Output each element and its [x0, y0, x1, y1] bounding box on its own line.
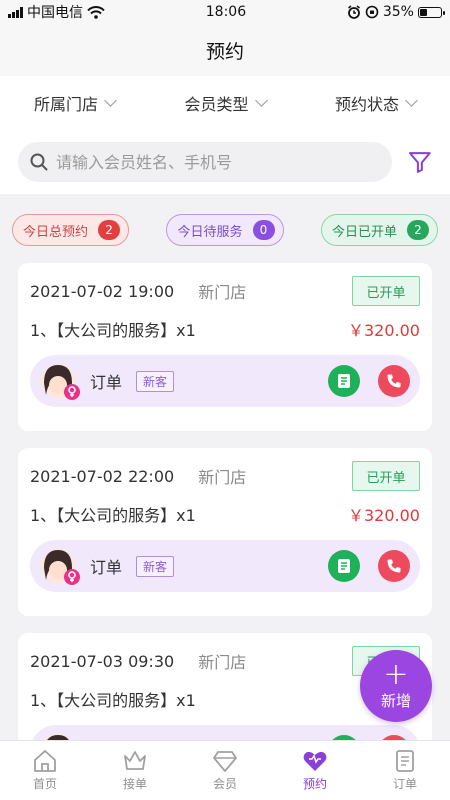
- service-line: 1、【大公司的服务】x1: [30, 506, 196, 525]
- member-bar: 订单 新客: [30, 540, 420, 592]
- heart-icon: [303, 751, 327, 771]
- carrier-name: 中国电信: [27, 5, 83, 21]
- today-opened-label: 今日已开单: [331, 224, 397, 240]
- signal-icon: [8, 6, 23, 18]
- page-title-bar: 预约: [0, 24, 450, 76]
- new-customer-tag: 新客: [136, 370, 175, 392]
- tab-home[interactable]: 首页: [0, 741, 90, 800]
- today-total-count: 2: [98, 220, 121, 240]
- document-icon: [396, 750, 414, 772]
- today-pending-label: 今日待服务: [177, 224, 243, 240]
- home-icon: [34, 750, 56, 772]
- appointment-card[interactable]: 2021-07-02 22:00 新门店 已开单 1、【大公司的服务】x1 ￥3…: [18, 448, 432, 616]
- search-row: [0, 130, 450, 194]
- price: ￥320.00: [348, 321, 420, 340]
- bottom-tab-bar: 首页 接单 会员 预约 订单: [0, 740, 450, 800]
- store-filter-dropdown[interactable]: 所属门店: [34, 91, 117, 115]
- avatar: [41, 364, 80, 400]
- member-bar: 订单 新客: [30, 355, 420, 407]
- member-type-filter-label: 会员类型: [184, 95, 249, 114]
- appointment-datetime: 2021-07-02 19:00: [30, 281, 175, 301]
- status-badge: 已开单: [352, 461, 420, 491]
- diamond-icon: [213, 751, 237, 772]
- member-type-filter-dropdown[interactable]: 会员类型: [184, 91, 268, 115]
- tab-orders-label: 订单: [392, 777, 417, 791]
- order-label: 订单: [90, 558, 123, 577]
- service-line: 1、【大公司的服务】x1: [30, 691, 196, 710]
- appointment-datetime: 2021-07-03 09:30: [30, 651, 175, 671]
- today-pending-pill[interactable]: 今日待服务 0: [166, 214, 284, 246]
- call-button[interactable]: [378, 550, 410, 582]
- summary-row: 今日总预约 2 今日待服务 0 今日已开单 2: [0, 208, 450, 252]
- service-line: 1、【大公司的服务】x1: [30, 321, 196, 340]
- tab-appointments-label: 预约: [302, 777, 327, 791]
- chevron-down-icon: [405, 94, 418, 107]
- status-filter-label: 预约状态: [334, 95, 399, 114]
- avatar: [41, 549, 80, 585]
- appointment-card[interactable]: 2021-07-02 19:00 新门店 已开单 1、【大公司的服务】x1 ￥3…: [18, 263, 432, 431]
- battery-icon: [417, 6, 445, 18]
- search-icon: [30, 153, 48, 171]
- tab-orders-taking-label: 接单: [122, 777, 147, 791]
- order-label: 订单: [90, 373, 123, 392]
- appointment-store: 新门店: [198, 468, 247, 487]
- document-icon: [338, 559, 350, 573]
- tab-home-label: 首页: [32, 777, 57, 791]
- today-total-pill[interactable]: 今日总预约 2: [12, 214, 130, 246]
- filter-funnel-icon[interactable]: [408, 150, 432, 174]
- chevron-down-icon: [254, 94, 268, 107]
- tab-appointments[interactable]: 预约: [270, 741, 360, 800]
- crown-icon: [124, 751, 146, 770]
- order-button[interactable]: [328, 550, 360, 582]
- search-box: [18, 142, 393, 182]
- status-badge: 已开单: [352, 276, 420, 306]
- search-input[interactable]: [56, 152, 356, 172]
- add-label: 新增: [380, 691, 411, 710]
- today-opened-count: 2: [406, 220, 429, 240]
- battery-percent: 35%: [382, 4, 414, 20]
- appointment-datetime: 2021-07-02 22:00: [30, 466, 175, 486]
- tab-orders-taking[interactable]: 接单: [90, 741, 180, 800]
- today-pending-count: 0: [252, 220, 275, 240]
- store-filter-label: 所属门店: [34, 95, 99, 114]
- price: ￥320.00: [348, 506, 420, 525]
- today-total-label: 今日总预约: [23, 224, 89, 240]
- filter-bar: 所属门店 会员类型 预约状态: [0, 76, 450, 130]
- clock: 18:06: [205, 4, 247, 20]
- add-appointment-button[interactable]: + 新增: [360, 650, 432, 722]
- tab-orders[interactable]: 订单: [360, 741, 450, 800]
- appointment-store: 新门店: [198, 283, 247, 302]
- order-button[interactable]: [328, 365, 360, 397]
- alarm-icon: [347, 5, 360, 19]
- phone-icon: [387, 374, 401, 388]
- phone-icon: [387, 559, 401, 573]
- status-filter-dropdown[interactable]: 预约状态: [334, 91, 418, 115]
- page-title: 预约: [205, 40, 244, 63]
- new-customer-tag: 新客: [136, 555, 175, 577]
- tab-members[interactable]: 会员: [180, 741, 270, 800]
- plus-icon: +: [383, 656, 409, 692]
- orientation-lock-icon: [365, 5, 379, 19]
- wifi-icon: [87, 5, 105, 19]
- appointment-store: 新门店: [198, 653, 247, 672]
- status-bar: 中国电信 18:06 35%: [0, 0, 450, 24]
- call-button[interactable]: [378, 365, 410, 397]
- chevron-down-icon: [104, 94, 117, 107]
- document-icon: [338, 374, 350, 388]
- tab-members-label: 会员: [212, 777, 237, 791]
- today-opened-pill[interactable]: 今日已开单 2: [320, 214, 438, 246]
